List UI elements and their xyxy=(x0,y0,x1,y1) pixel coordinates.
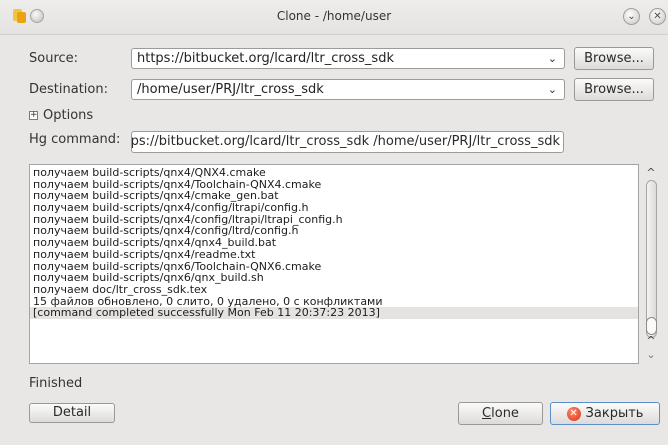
options-toggle[interactable]: Options xyxy=(43,108,93,123)
scroll-handle[interactable] xyxy=(646,317,657,335)
minimize-icon[interactable]: ⌄ xyxy=(623,8,640,25)
source-browse-button[interactable]: Browse... xyxy=(574,47,654,70)
close-window-icon[interactable]: ✕ xyxy=(649,8,666,25)
close-button-label: Закрыть xyxy=(585,406,644,421)
scroll-down-icon[interactable]: ⌄ xyxy=(644,348,658,361)
window-title: Clone - /home/user xyxy=(276,9,392,23)
scroll-track[interactable] xyxy=(646,180,657,338)
source-combobox[interactable]: https://bitbucket.org/lcard/ltr_cross_sd… xyxy=(131,48,565,69)
scroll-up-icon[interactable]: ^ xyxy=(644,334,658,347)
log-line: получаем build-scripts/qnx4/QNX4.cmake xyxy=(33,166,266,179)
destination-value: /home/user/PRJ/ltr_cross_sdk xyxy=(137,82,324,97)
destination-browse-button[interactable]: Browse... xyxy=(574,78,654,101)
chevron-down-icon[interactable]: ⌄ xyxy=(548,49,557,68)
destination-label: Destination: xyxy=(29,82,108,97)
plus-box-icon[interactable]: + xyxy=(29,111,38,120)
clone-button[interactable]: Clone xyxy=(458,402,543,425)
clone-mnemonic: C xyxy=(482,406,492,421)
source-value: https://bitbucket.org/lcard/ltr_cross_sd… xyxy=(137,51,394,66)
destination-combobox[interactable]: /home/user/PRJ/ltr_cross_sdk ⌄ xyxy=(131,79,565,100)
scroll-up-icon[interactable]: ^ xyxy=(644,166,658,179)
close-dialog-icon: ✕ xyxy=(566,406,581,421)
log-line-selected: [command completed successfully Mon Feb … xyxy=(30,307,638,319)
detail-button[interactable]: Detail xyxy=(29,403,115,423)
output-log[interactable]: получаем build-scripts/qnx4/QNX4.cmake п… xyxy=(29,164,639,364)
title-bar: Clone - /home/user ⌄ ✕ xyxy=(0,0,668,35)
hg-command-field[interactable]: hg clone --verbose -- https://bitbucket.… xyxy=(131,131,564,153)
source-label: Source: xyxy=(29,51,79,66)
status-text: Finished xyxy=(29,376,83,391)
hg-command-value: hg clone --verbose -- https://bitbucket.… xyxy=(131,134,560,149)
clone-button-label: lone xyxy=(491,406,519,421)
close-dialog-button[interactable]: ✕ Закрыть xyxy=(550,402,660,425)
hg-command-label: Hg command: xyxy=(29,132,121,147)
chevron-down-icon[interactable]: ⌄ xyxy=(548,80,557,99)
log-line: получаем build-scripts/qnx4/readme.txt xyxy=(33,247,256,261)
log-line: получаем build-scripts/qnx4/config/ltrap… xyxy=(33,201,309,215)
clone-dialog: Clone - /home/user ⌄ ✕ Source: https://b… xyxy=(0,0,668,445)
log-scrollbar[interactable]: ^ ^ ⌄ xyxy=(642,164,661,364)
log-line: получаем doc/ltr_cross_sdk.tex xyxy=(33,282,208,296)
